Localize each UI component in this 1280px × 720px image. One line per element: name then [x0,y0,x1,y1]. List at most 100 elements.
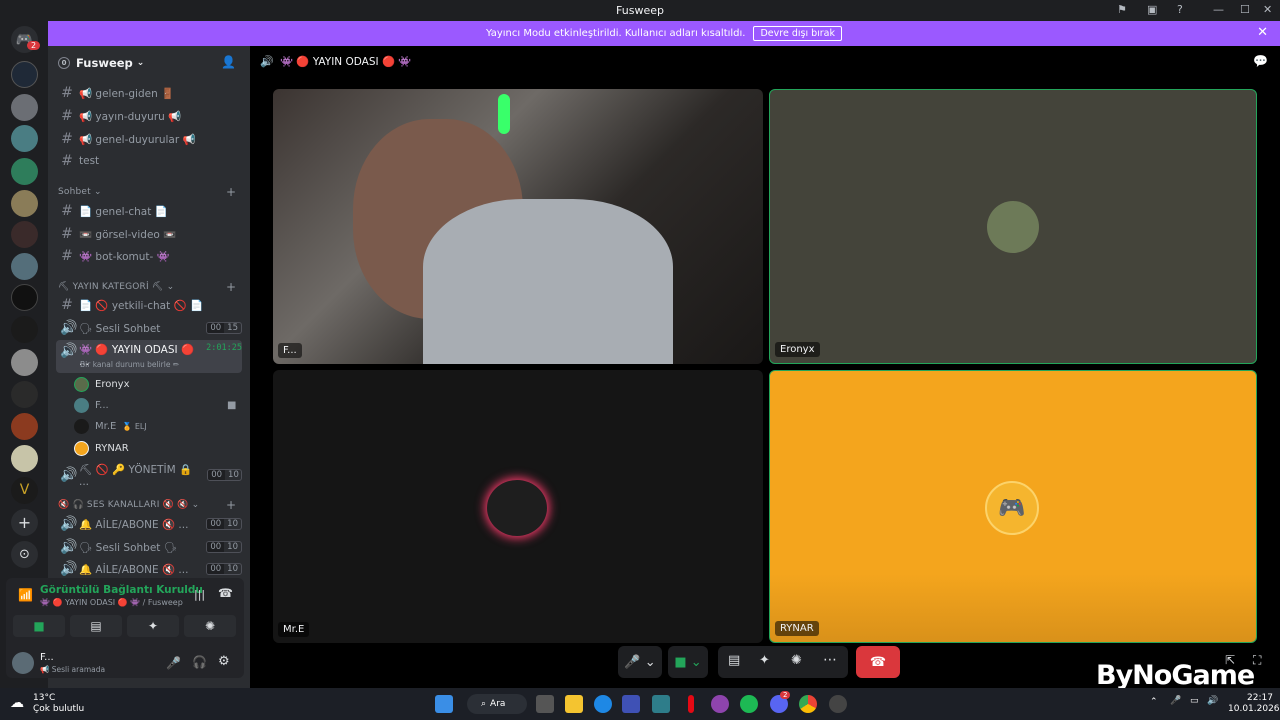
channel-item[interactable]: # 📢 genel-duyurular 📢 [56,129,242,149]
leave-call-button[interactable]: ☎ [856,646,900,678]
app-icon[interactable] [829,695,847,713]
server-icon[interactable] [11,413,38,440]
fullscreen-icon[interactable]: ⛶ [1253,653,1261,668]
start-icon[interactable] [435,695,453,713]
noise-suppression-icon[interactable]: ||| [194,588,205,601]
video-tile[interactable]: F... [273,89,763,364]
voice-user[interactable]: Mr.E 🏅 ELJ [74,417,147,435]
voice-channel-item[interactable]: 🔊 ⛏ 🚫 🔑 YÖNETİM 🔒 ... 00 10 [56,464,242,488]
user-limit: 00 10 [207,469,242,481]
camera-toggle-button[interactable]: ■ ⌄ [668,646,708,678]
inbox-icon[interactable]: ⚑ [1117,3,1127,16]
add-channel-icon[interactable]: + [226,280,236,294]
server-icon[interactable] [11,445,38,472]
maximize-button[interactable]: ☐ [1240,3,1250,16]
clock-date[interactable]: 10.01.2026 [1228,704,1280,714]
edge-icon[interactable] [594,695,612,713]
server-header[interactable]: 0 Fusweep ⌄ 👤 [48,46,250,79]
video-tile[interactable]: Eronyx [769,89,1257,364]
server-icon[interactable] [11,316,38,343]
server-icon[interactable] [11,190,38,217]
activities-icon[interactable]: ✦ [759,653,770,668]
soundboard-button[interactable]: ✺ [184,615,236,637]
chat-icon[interactable]: 💬 [1253,54,1268,68]
task-view-icon[interactable] [536,695,554,713]
channel-item[interactable]: # 📢 yayın-duyuru 📢 [56,106,242,126]
settings-icon[interactable]: ⚙ [218,654,230,669]
channel-item[interactable]: # test [56,151,242,171]
streamer-mode-banner: Yayıncı Modu etkinleştirildi. Kullanıcı … [48,21,1280,46]
server-icon[interactable] [11,253,38,280]
disable-streamer-mode-button[interactable]: Devre dışı bırak [753,26,843,41]
search-box[interactable]: ⌕ Ara [467,694,527,714]
channel-status[interactable]: Bir kanal durumu belirle ✏ [80,360,179,369]
microphone-icon[interactable]: 🎤 [166,656,181,670]
server-icon[interactable] [11,381,38,408]
add-server-icon[interactable]: + [11,509,38,536]
connection-status[interactable]: Görüntülü Bağlantı Kuruldu [40,584,203,596]
weather-icon[interactable]: ☁ [10,695,24,711]
video-tile[interactable]: Mr.E [273,370,763,643]
server-icon[interactable] [11,94,38,121]
channel-item[interactable]: # 📄 genel-chat 📄 [56,201,242,221]
server-icon-lg[interactable] [11,61,38,88]
close-banner-icon[interactable]: ✕ [1257,25,1268,40]
voice-user[interactable]: Eronyx [74,375,130,393]
voice-user[interactable]: RYNAR [74,439,129,457]
signal-icon[interactable]: 📶 [18,588,33,602]
connection-channel[interactable]: 👾 🔴 YAYIN ODASI 🔴 👾 / Fusweep [40,598,183,607]
server-icon[interactable] [11,221,38,248]
voice-user[interactable]: F... ■ [74,396,244,414]
more-options-icon[interactable]: ⋯ [823,652,837,668]
server-icon-eronyx[interactable] [11,158,38,185]
avatar[interactable] [12,652,34,674]
category-sohbet[interactable]: Sohbet ⌄ + [58,185,242,199]
discover-icon[interactable]: ⊙ [11,541,38,568]
category-ses[interactable]: 🔇 🎧 SES KANALLARI 🔇 🔇 ⌄ + [58,498,242,512]
chrome-icon[interactable] [799,695,817,713]
netflix-icon[interactable] [688,695,694,713]
avatar [74,418,89,434]
volume-icon[interactable]: 🔊 [1207,696,1218,706]
screen-share-icon[interactable]: ▤ [728,653,740,668]
channel-item[interactable]: # 📢 gelen-giden 🚪 [56,83,242,103]
camera-button[interactable]: ■ [13,615,65,637]
channel-item[interactable]: # 📼 görsel-video 📼 [56,224,242,244]
copilot-icon[interactable] [711,695,729,713]
channel-item[interactable]: # 📄 🚫 yetkili-chat 🚫 📄 [56,295,242,315]
network-icon[interactable]: ▭ [1190,696,1199,706]
category-yayin[interactable]: ⛏ YAYIN KATEGORİ ⛏ ⌄ + [58,280,242,294]
server-icon-fusweep[interactable] [11,125,38,152]
active-voice-channel[interactable]: 🔊 👾 🔴 YAYIN ODASI 🔴 ... 2:01:25 Bir kana… [56,340,242,373]
voice-channel-item[interactable]: 🔊 🗣 Sesli Sohbet 00 15 [56,318,242,338]
server-icon[interactable] [11,349,38,376]
add-channel-icon[interactable]: + [226,498,236,512]
add-channel-icon[interactable]: + [226,185,236,199]
invite-icon[interactable]: 👤 [221,55,236,69]
soundboard-icon[interactable]: ✺ [791,653,802,668]
store-icon[interactable] [622,695,640,713]
microphone-icon[interactable]: 🎤 [1170,696,1181,706]
close-window-button[interactable]: ✕ [1263,3,1272,16]
microphone-button[interactable]: 🎤 ⌄ [618,646,662,678]
voice-channel-item[interactable]: 🔊 🔔 AİLE/ABONE 🔇 ... 00 10 [56,559,242,579]
server-icon[interactable] [11,284,38,311]
user-name[interactable]: F... [40,652,54,663]
monitor-icon[interactable]: ▣ [1147,3,1157,16]
disconnect-icon[interactable]: ☎ [218,586,233,600]
spotify-icon[interactable] [740,695,758,713]
app-icon[interactable] [652,695,670,713]
screen-share-button[interactable]: ▤ [70,615,122,637]
headphones-icon[interactable]: 🎧 [192,655,207,669]
minimize-button[interactable]: — [1213,3,1224,16]
video-tile[interactable]: 🎮 RYNAR [769,370,1257,643]
voice-channel-item[interactable]: 🔊 🗣 Sesli Sohbet 🗣 00 10 [56,537,242,557]
file-explorer-icon[interactable] [565,695,583,713]
activities-button[interactable]: ✦ [127,615,179,637]
voice-channel-item[interactable]: 🔊 🔔 AİLE/ABONE 🔇 ... 00 10 [56,514,242,534]
clock-time[interactable]: 22:17 [1247,693,1273,703]
channel-item[interactable]: # 👾 bot-komut- 👾 [56,246,242,266]
server-icon[interactable]: V [11,477,38,504]
help-icon[interactable]: ? [1177,3,1183,16]
chevron-up-icon[interactable]: ⌃ [1150,697,1158,707]
